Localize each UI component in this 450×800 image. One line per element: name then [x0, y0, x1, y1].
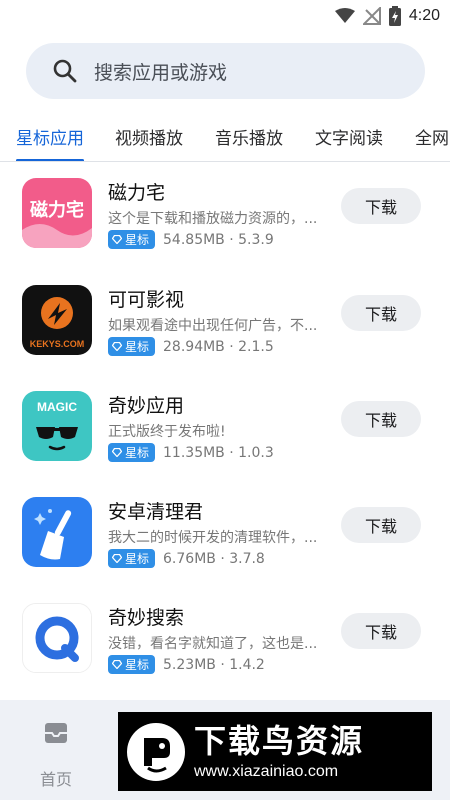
app-list-item[interactable]: MAGIC 奇妙应用 正式版终于发布啦! 星标 11.35MB · 1.0.3 …: [0, 391, 450, 497]
star-badge: 星标: [108, 443, 156, 462]
active-tab-indicator: [16, 159, 84, 161]
app-name: 奇妙搜索: [108, 607, 185, 629]
tab-video-playback[interactable]: 视频播放: [115, 110, 183, 161]
tab-text-reading[interactable]: 文字阅读: [315, 110, 383, 161]
app-size-version: 54.85MB · 5.3.9: [163, 231, 274, 248]
cilizhai-app-icon: 磁力宅: [22, 178, 92, 248]
search-bar[interactable]: 搜索应用或游戏: [26, 43, 425, 99]
watermark-title: 下载鸟资源: [194, 721, 365, 760]
app-description: 正式版终于发布啦!: [108, 424, 226, 440]
star-badge: 星标: [108, 337, 156, 356]
app-description: 如果观看途中出现任何广告，不...: [108, 318, 318, 334]
download-button[interactable]: 下载: [341, 188, 421, 224]
watermark-banner: 下载鸟资源 www.xiazainiao.com: [118, 712, 432, 791]
app-name: 奇妙应用: [108, 395, 185, 417]
status-time: 4:20: [408, 7, 440, 24]
svg-text:MAGIC: MAGIC: [37, 400, 77, 414]
nav-home-label: 首页: [39, 770, 72, 789]
star-badge: 星标: [108, 655, 156, 674]
app-size-version: 5.23MB · 1.4.2: [163, 656, 265, 673]
bird-logo-icon: [126, 722, 186, 782]
battery-charging-icon: [388, 6, 401, 26]
app-meta: 星标 54.85MB · 5.3.9: [108, 230, 274, 249]
diamond-icon: [112, 554, 122, 563]
app-size-version: 11.35MB · 1.0.3: [163, 444, 274, 461]
watermark-url: www.xiazainiao.com: [194, 762, 339, 780]
app-description: 这个是下载和播放磁力资源的，...: [108, 211, 318, 227]
download-button[interactable]: 下载: [341, 613, 421, 649]
svg-text:磁力宅: 磁力宅: [30, 199, 84, 221]
inbox-icon: [44, 722, 68, 748]
app-size-version: 28.94MB · 2.1.5: [163, 338, 274, 355]
app-list-item[interactable]: KEKYS.COM 可可影视 如果观看途中出现任何广告，不... 星标 28.9…: [0, 285, 450, 391]
app-name: 磁力宅: [108, 182, 166, 204]
app-meta: 星标 28.94MB · 2.1.5: [108, 337, 274, 356]
search-input[interactable]: 搜索应用或游戏: [94, 58, 227, 85]
app-name: 可可影视: [108, 289, 185, 311]
wifi-icon: [334, 8, 355, 24]
diamond-icon: [112, 660, 122, 669]
app-meta: 星标 11.35MB · 1.0.3: [108, 443, 274, 462]
app-description: 我大二的时候开发的清理软件，...: [108, 530, 318, 546]
tab-starred-apps[interactable]: 星标应用: [16, 110, 84, 161]
app-name: 安卓清理君: [108, 501, 204, 523]
app-description: 没错，看名字就知道了，这也是...: [108, 636, 318, 652]
tab-music-playback[interactable]: 音乐播放: [215, 110, 283, 161]
app-size-version: 6.76MB · 3.7.8: [163, 550, 265, 567]
status-bar: 4:20: [0, 0, 450, 32]
app-list-item[interactable]: 磁力宅 磁力宅 这个是下载和播放磁力资源的，... 星标 54.85MB · 5…: [0, 178, 450, 284]
app-list-item[interactable]: 奇妙搜索 没错，看名字就知道了，这也是... 星标 5.23MB · 1.4.2…: [0, 603, 450, 709]
kekys-app-icon: KEKYS.COM: [22, 285, 92, 355]
magic-app-icon: MAGIC: [22, 391, 92, 461]
star-badge: 星标: [108, 230, 156, 249]
star-badge: 星标: [108, 549, 156, 568]
download-button[interactable]: 下载: [341, 401, 421, 437]
diamond-icon: [112, 235, 122, 244]
svg-text:KEKYS.COM: KEKYS.COM: [30, 339, 85, 349]
signal-off-icon: [362, 7, 381, 25]
download-button[interactable]: 下载: [341, 507, 421, 543]
nav-home[interactable]: 首页: [36, 722, 76, 790]
tab-all-network[interactable]: 全网: [415, 110, 449, 161]
search-icon: [52, 58, 78, 84]
app-meta: 星标 6.76MB · 3.7.8: [108, 549, 265, 568]
app-list-item[interactable]: 安卓清理君 我大二的时候开发的清理软件，... 星标 6.76MB · 3.7.…: [0, 497, 450, 603]
app-meta: 星标 5.23MB · 1.4.2: [108, 655, 265, 674]
download-button[interactable]: 下载: [341, 295, 421, 331]
broom-app-icon: [22, 497, 92, 567]
diamond-icon: [112, 342, 122, 351]
diamond-icon: [112, 448, 122, 457]
category-tabs: 星标应用 视频播放 音乐播放 文字阅读 全网: [0, 110, 450, 162]
search-q-app-icon: [22, 603, 92, 673]
